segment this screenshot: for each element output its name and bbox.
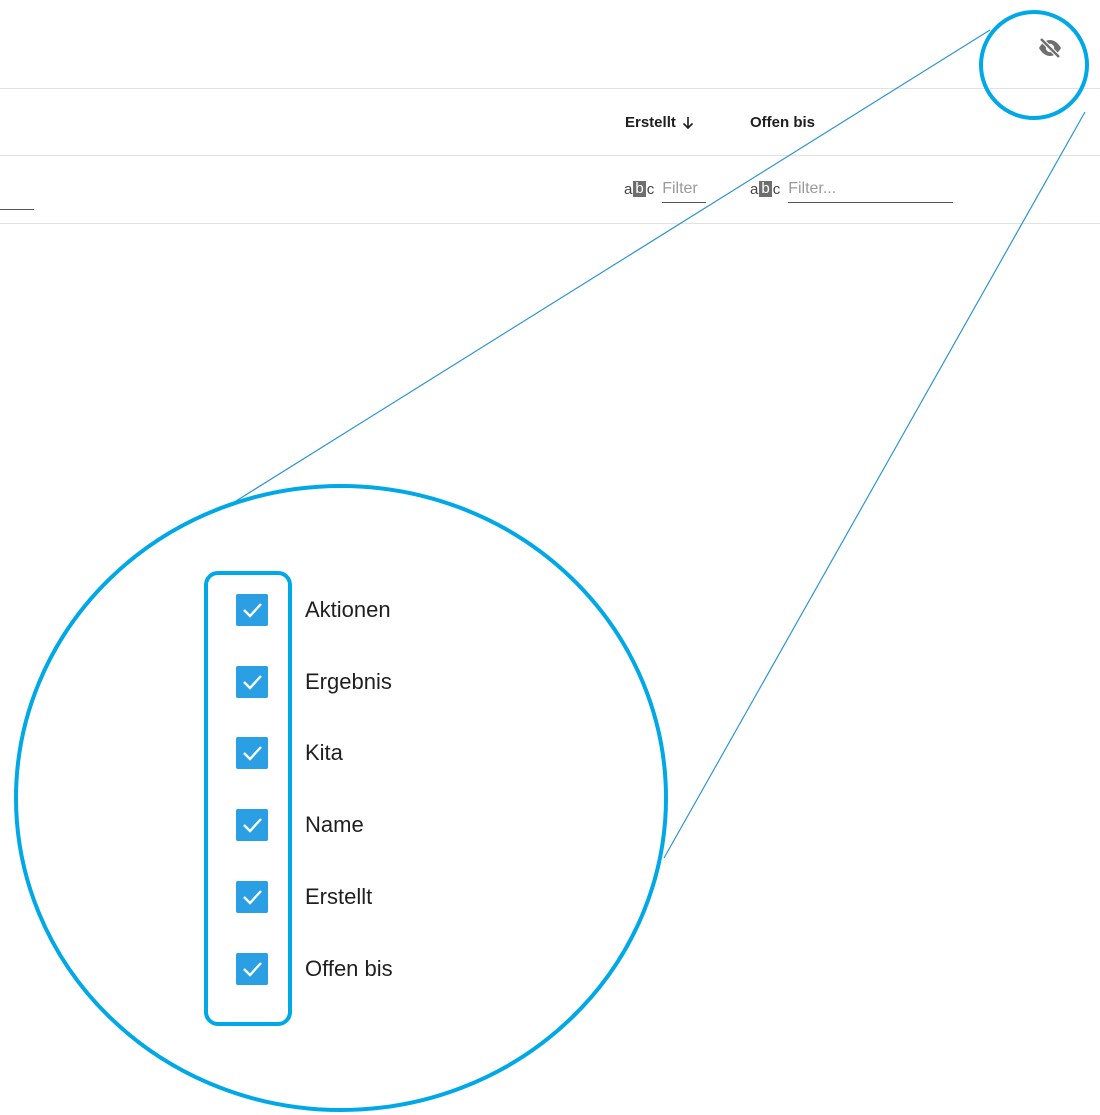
column-toggle-ergebnis[interactable]: Ergebnis [236, 666, 392, 698]
column-header-erstellt[interactable]: Erstellt [625, 114, 694, 131]
column-visibility-button[interactable] [1034, 34, 1066, 66]
filter-input-erstellt[interactable] [662, 176, 707, 203]
header-bottom-divider [0, 155, 1100, 156]
filter-row-divider [0, 223, 1100, 224]
filter-underline-partial [0, 209, 34, 210]
column-toggle-aktionen[interactable]: Aktionen [236, 594, 391, 626]
column-toggle-name[interactable]: Name [236, 809, 364, 841]
filter-erstellt: abc [624, 176, 707, 203]
check-icon [243, 603, 262, 618]
column-toggle-label: Kita [305, 740, 343, 765]
column-header-offen-bis[interactable]: Offen bis [750, 114, 815, 131]
check-icon [243, 962, 262, 977]
page: Erstellt Offen bis abc abc [0, 0, 1100, 1115]
text-filter-icon: abc [624, 180, 655, 198]
check-icon [243, 675, 262, 690]
arrow-down-icon [682, 116, 694, 130]
check-icon [243, 818, 262, 833]
column-toggle-erstellt[interactable]: Erstellt [236, 881, 372, 913]
column-toggle-label: Ergebnis [305, 669, 392, 694]
column-toggle-label: Erstellt [305, 884, 373, 909]
checkbox-checked[interactable] [236, 594, 268, 626]
check-icon [243, 746, 262, 761]
text-filter-icon: abc [750, 180, 781, 198]
column-toggle-label: Aktionen [305, 597, 391, 622]
checkbox-checked[interactable] [236, 809, 268, 841]
checkbox-checked[interactable] [236, 737, 268, 769]
column-toggle-label: Offen bis [305, 956, 393, 981]
checkbox-checked[interactable] [236, 666, 268, 698]
checkbox-checked[interactable] [236, 881, 268, 913]
filter-offen-bis: abc [750, 176, 954, 203]
filter-input-offen-bis[interactable] [788, 176, 954, 203]
callout-connector-left [235, 29, 991, 502]
magnifier-circle [14, 484, 668, 1112]
header-top-divider [0, 88, 1100, 89]
checkbox-checked[interactable] [236, 953, 268, 985]
column-toggle-kita[interactable]: Kita [236, 737, 343, 769]
column-header-label: Erstellt [625, 114, 676, 131]
column-toggle-label: Name [305, 812, 364, 837]
eye-off-icon [1037, 36, 1063, 64]
column-toggle-offen-bis[interactable]: Offen bis [236, 953, 393, 985]
column-header-label: Offen bis [750, 114, 816, 131]
zoom-callout [14, 10, 1089, 1112]
check-icon [243, 890, 262, 905]
